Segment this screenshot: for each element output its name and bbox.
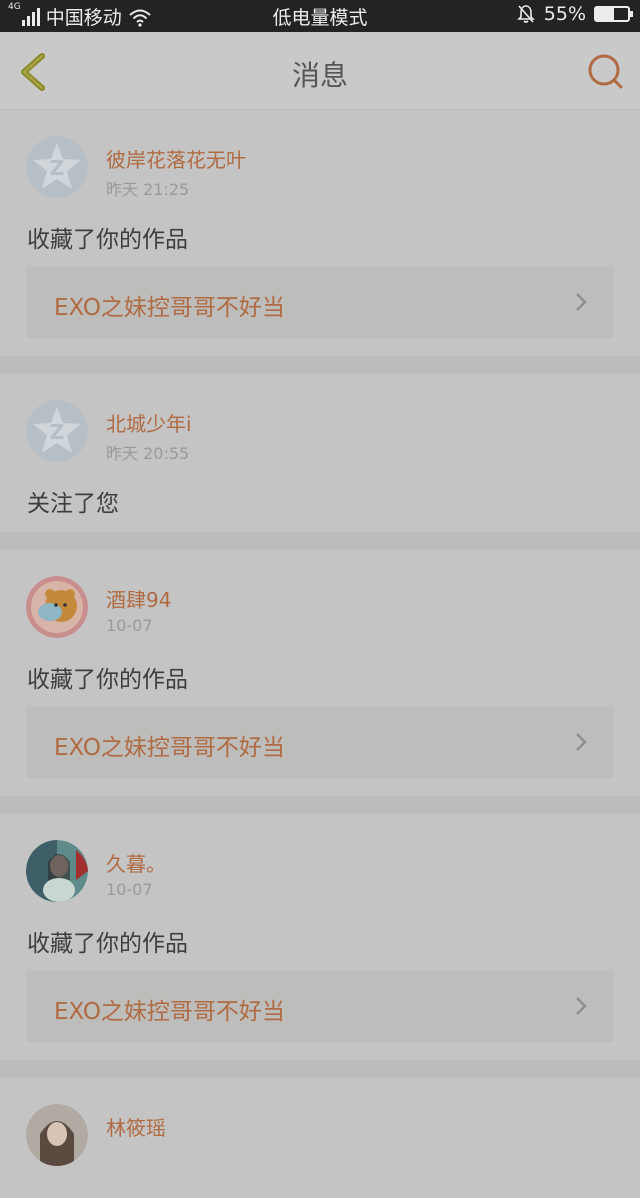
divider [0,1060,640,1078]
cartoon-bear-avatar [26,576,88,638]
avatar[interactable]: Z [26,400,88,462]
status-bar: 4G 中国移动 低电量模式 55% [0,0,640,32]
work-link[interactable]: EXO之妹控哥哥不好当 [26,266,614,338]
work-title: EXO之妹控哥哥不好当 [54,999,285,1025]
default-avatar-icon: Z [26,400,88,462]
navigation-bar: 消息 [0,32,640,110]
status-right: 55% [516,3,633,25]
work-title: EXO之妹控哥哥不好当 [54,295,285,321]
battery-percent: 55% [543,3,586,25]
timestamp: 10-07 [106,616,153,635]
photo-avatar [26,1104,88,1166]
photo-avatar [26,840,88,902]
message-list: Z 彼岸花落花无叶 昨天 21:25 收藏了你的作品 EXO之妹控哥哥不好当 Z… [0,110,640,1198]
avatar[interactable] [26,1104,88,1166]
work-link[interactable]: EXO之妹控哥哥不好当 [26,706,614,778]
message-item[interactable]: 林筱瑶 [0,1078,640,1198]
chevron-right-icon [576,733,587,751]
avatar[interactable]: Z [26,136,88,198]
divider [0,796,640,814]
mute-bell-icon [516,5,535,23]
battery-icon [594,6,633,22]
username[interactable]: 林筱瑶 [106,1112,166,1141]
divider [0,356,640,374]
chevron-right-icon [576,293,587,311]
action-text: 收藏了你的作品 [27,227,188,253]
timestamp: 昨天 21:25 [106,180,190,199]
work-title: EXO之妹控哥哥不好当 [54,735,285,761]
action-text: 关注了您 [27,491,119,517]
page-title: 消息 [291,59,348,92]
username[interactable]: 久暮。 [106,848,166,877]
avatar[interactable] [26,576,88,638]
timestamp: 10-07 [106,880,153,899]
message-item[interactable]: Z 北城少年i 昨天 20:55 关注了您 [0,374,640,532]
username[interactable]: 酒肆94 [106,584,171,613]
divider [0,532,640,550]
timestamp: 昨天 20:55 [106,444,190,463]
work-link[interactable]: EXO之妹控哥哥不好当 [26,970,614,1042]
svg-text:Z: Z [50,156,65,180]
username[interactable]: 彼岸花落花无叶 [106,144,246,173]
avatar[interactable] [26,840,88,902]
action-text: 收藏了你的作品 [27,931,188,957]
chevron-right-icon [576,997,587,1015]
default-avatar-icon: Z [26,136,88,198]
username[interactable]: 北城少年i [106,408,192,437]
message-item[interactable]: 酒肆94 10-07 收藏了你的作品 EXO之妹控哥哥不好当 [0,550,640,796]
message-item[interactable]: 久暮。 10-07 收藏了你的作品 EXO之妹控哥哥不好当 [0,814,640,1060]
svg-text:Z: Z [50,420,65,444]
message-item[interactable]: Z 彼岸花落花无叶 昨天 21:25 收藏了你的作品 EXO之妹控哥哥不好当 [0,110,640,356]
search-icon[interactable] [584,50,626,92]
action-text: 收藏了你的作品 [27,667,188,693]
